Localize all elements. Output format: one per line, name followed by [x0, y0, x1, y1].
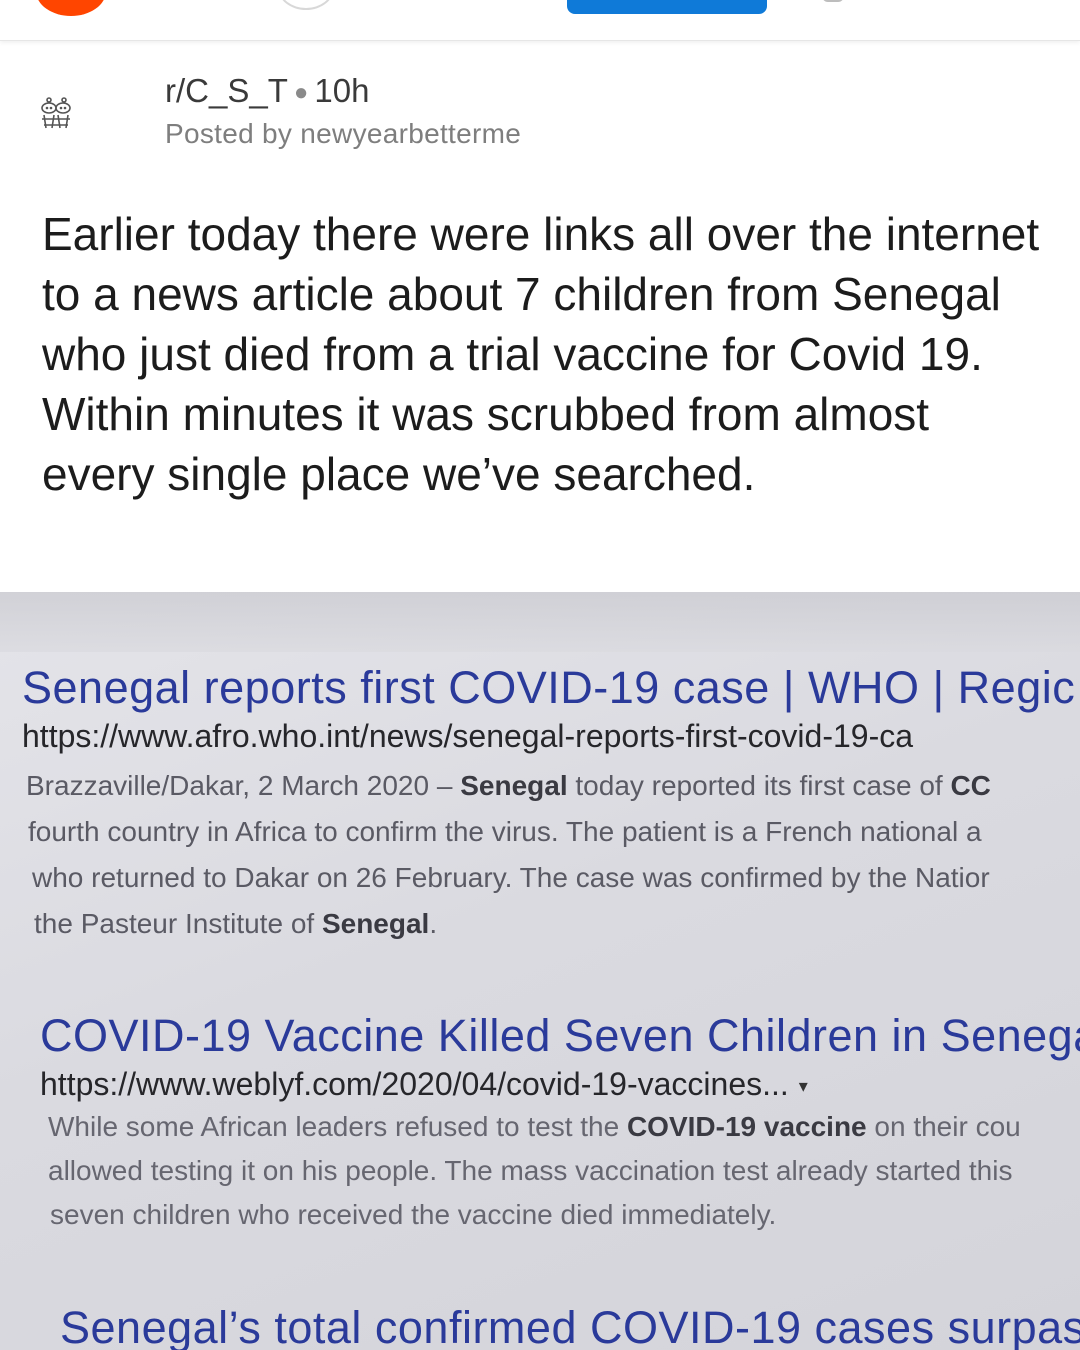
snippet-line: the Pasteur Institute of Senegal.: [34, 908, 438, 939]
subreddit-line: r/C_S_T ● 10h: [165, 72, 369, 110]
reddit-snoo-icon[interactable]: [36, 95, 76, 131]
search-result: Senegal reports first COVID-19 case | WH…: [22, 662, 1080, 947]
snippet-line: Brazzaville/Dakar, 2 March 2020 – Senega…: [26, 770, 991, 801]
app-top-bar: [0, 0, 1080, 41]
separator-dot-icon: ●: [293, 79, 309, 107]
snippet-line: seven children who received the vaccine …: [50, 1199, 777, 1230]
profile-avatar-icon[interactable]: [278, 0, 334, 10]
caret-down-icon: ▾: [798, 1076, 808, 1097]
search-result: Senegal’s total confirmed COVID-19 cases…: [60, 1302, 1080, 1350]
result-url: https://www.weblyf.com/2020/04/covid-19-…: [40, 1066, 808, 1102]
snippet-line: who returned to Dakar on 26 February. Th…: [32, 862, 990, 893]
post-title[interactable]: Earlier today there were links all over …: [42, 204, 1042, 504]
result-title: Senegal’s total confirmed COVID-19 cases…: [60, 1302, 1080, 1350]
join-button[interactable]: [567, 0, 767, 14]
search-result: COVID-19 Vaccine Killed Seven Children i…: [40, 1010, 1080, 1237]
snippet-line: While some African leaders refused to te…: [48, 1111, 1021, 1142]
snippet-line: fourth country in Africa to confirm the …: [28, 816, 982, 847]
result-title: COVID-19 Vaccine Killed Seven Children i…: [40, 1010, 1080, 1061]
post-image[interactable]: Senegal reports first COVID-19 case | WH…: [0, 592, 1080, 1350]
snippet-line: allowed testing it on his people. The ma…: [48, 1155, 1013, 1186]
reddit-logo-icon[interactable]: [36, 0, 106, 16]
post-header: [0, 60, 1080, 170]
result-snippet: While some African leaders refused to te…: [40, 1105, 1080, 1237]
subreddit-link[interactable]: r/C_S_T: [165, 72, 288, 109]
result-snippet: Brazzaville/Dakar, 2 March 2020 – Senega…: [22, 763, 1080, 947]
result-url: https://www.afro.who.int/news/senegal-re…: [22, 718, 914, 754]
more-options-icon[interactable]: [822, 0, 844, 2]
posted-by[interactable]: Posted by newyearbetterme: [165, 118, 521, 150]
result-title: Senegal reports first COVID-19 case | WH…: [22, 662, 1076, 713]
post-age: 10h: [314, 72, 370, 109]
